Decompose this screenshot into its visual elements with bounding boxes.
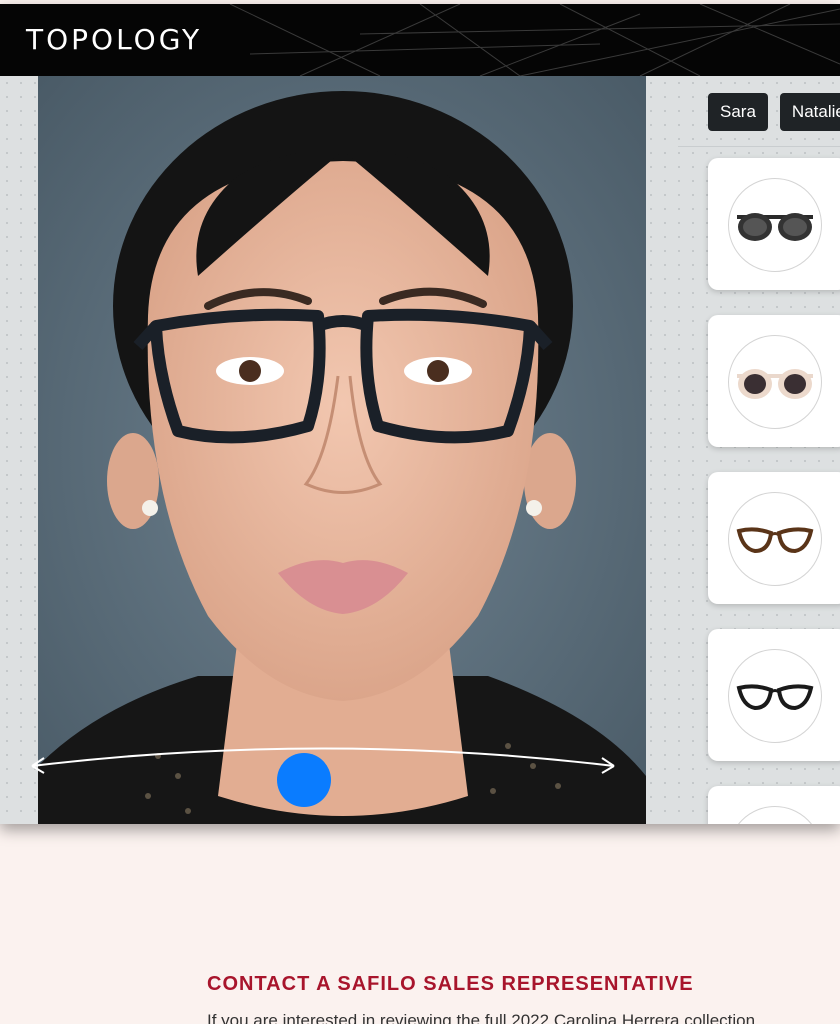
frame-thumbnail — [728, 335, 822, 429]
frame-card[interactable] — [708, 629, 840, 761]
rotate-slider-knob[interactable] — [277, 753, 331, 807]
frame-card[interactable] — [708, 472, 840, 604]
tortoise-cateye-glasses-icon — [736, 527, 814, 554]
frame-card[interactable] — [708, 786, 840, 824]
model-face-illustration — [38, 76, 646, 824]
divider — [678, 146, 840, 147]
contact-heading: CONTACT A SAFILO SALES REPRESENTATIVE — [207, 973, 694, 995]
round-dark-sunglasses-icon — [737, 213, 813, 241]
frame-thumbnail — [728, 178, 822, 272]
tab-model-sara[interactable]: Sara — [708, 93, 768, 131]
topology-logo: TOPOLOGY — [26, 23, 203, 56]
frame-card[interactable] — [708, 315, 840, 447]
contact-body-text: If you are interested in reviewing the f… — [207, 1011, 756, 1024]
frame-card[interactable] — [708, 158, 840, 290]
round-cream-sunglasses-icon — [737, 369, 813, 399]
model-photo — [38, 76, 646, 824]
try-on-stage: Sara Natalie — [0, 76, 840, 824]
frame-thumbnail-icon — [728, 806, 822, 824]
frame-selector-panel: Sara Natalie — [646, 76, 840, 824]
frame-thumbnail — [728, 649, 822, 743]
frame-thumbnail — [728, 492, 822, 586]
model-tabs: Sara Natalie — [708, 93, 840, 131]
tab-model-natalie[interactable]: Natalie — [779, 93, 840, 131]
virtual-try-on-widget: TOPOLOGY Sara Natalie — [0, 4, 840, 824]
top-bar: TOPOLOGY — [0, 4, 840, 76]
black-cateye-glasses-icon — [736, 684, 814, 711]
